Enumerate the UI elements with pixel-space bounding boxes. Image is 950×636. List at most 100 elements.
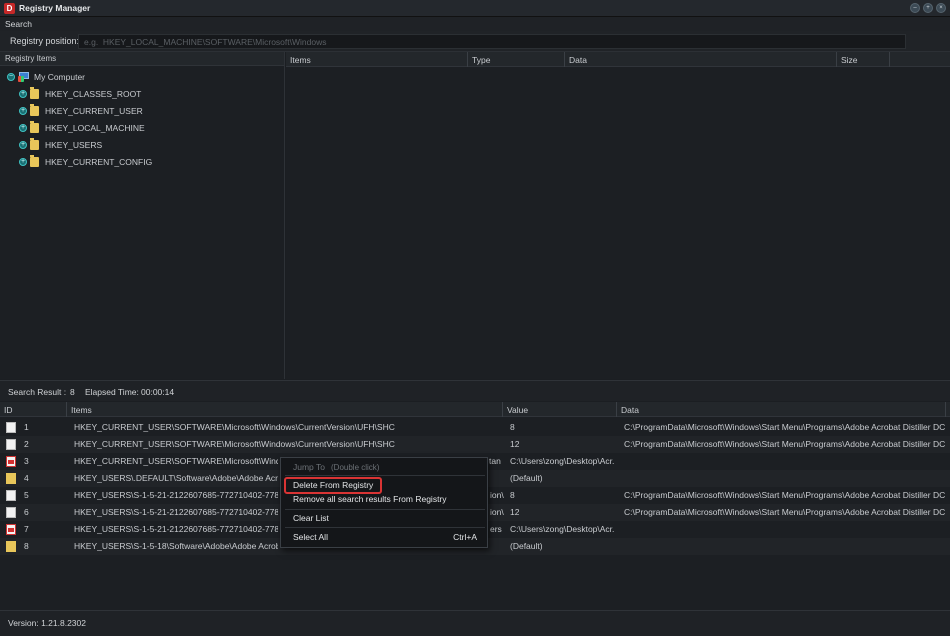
row-id: 8 bbox=[24, 541, 29, 551]
close-button[interactable]: × bbox=[936, 3, 946, 13]
title-bar: D Registry Manager – + × bbox=[0, 0, 950, 17]
row-item: HKEY_USERS\S-1-5-21-2122607685-772710402… bbox=[74, 524, 278, 534]
menu-item-remove-all-results[interactable]: Remove all search results From Registry bbox=[293, 494, 447, 504]
search-status-bar: Search Result : 8 Elapsed Time: 00:00:14 bbox=[0, 380, 950, 401]
row-id: 4 bbox=[24, 473, 29, 483]
folder-icon bbox=[30, 155, 39, 167]
version-label: Version: 1.21.8.2302 bbox=[8, 618, 86, 628]
column-items[interactable]: Items bbox=[67, 402, 503, 417]
tree-node-hkey-classes-root[interactable]: + HKEY_CLASSES_ROOT bbox=[19, 87, 141, 101]
column-data[interactable]: Data bbox=[617, 402, 946, 417]
row-value: (Default) bbox=[510, 541, 543, 551]
document-icon bbox=[6, 490, 16, 501]
row-value: (Default) bbox=[510, 473, 543, 483]
expand-icon[interactable]: + bbox=[19, 90, 27, 98]
row-item-fragment: tan bbox=[489, 456, 501, 466]
folder-icon bbox=[30, 121, 39, 133]
table-row[interactable]: 1 HKEY_CURRENT_USER\SOFTWARE\Microsoft\W… bbox=[0, 419, 950, 436]
search-result-count: 8 bbox=[70, 387, 75, 397]
computer-icon bbox=[18, 72, 30, 82]
menu-item-jump-to[interactable]: Jump To bbox=[293, 462, 325, 472]
row-id: 7 bbox=[24, 524, 29, 534]
pdf-icon bbox=[6, 524, 16, 535]
column-type[interactable]: Type bbox=[468, 52, 565, 67]
items-grid[interactable]: Items Type Data Size bbox=[286, 52, 950, 379]
menu-item-clear-list[interactable]: Clear List bbox=[293, 513, 329, 523]
row-id: 3 bbox=[24, 456, 29, 466]
row-id: 2 bbox=[24, 439, 29, 449]
elapsed-time-label: Elapsed Time: bbox=[85, 387, 139, 397]
document-icon bbox=[6, 439, 16, 450]
row-data: C:\ProgramData\Microsoft\Windows\Start M… bbox=[624, 507, 946, 517]
tree-root-my-computer[interactable]: − My Computer bbox=[7, 70, 85, 84]
row-value: C:\Users\zong\Desktop\Acr. bbox=[510, 524, 615, 534]
registry-position-input[interactable] bbox=[78, 34, 906, 49]
expand-icon[interactable]: + bbox=[19, 124, 27, 132]
menu-search[interactable]: Search bbox=[5, 19, 32, 29]
row-value: 12 bbox=[510, 507, 520, 517]
jump-to-hint: (Double click) bbox=[331, 463, 380, 472]
collapse-icon[interactable]: − bbox=[7, 73, 15, 81]
app-logo-icon: D bbox=[4, 3, 15, 14]
row-data: C:\ProgramData\Microsoft\Windows\Start M… bbox=[624, 422, 946, 432]
expand-icon[interactable]: + bbox=[19, 158, 27, 166]
row-value: 8 bbox=[510, 490, 515, 500]
footer-status-bar: Version: 1.21.8.2302 bbox=[0, 610, 950, 636]
column-value[interactable]: Value bbox=[503, 402, 617, 417]
row-item-fragment: ion\ bbox=[490, 507, 504, 517]
row-data: C:\ProgramData\Microsoft\Windows\Start M… bbox=[624, 439, 946, 449]
row-value: 8 bbox=[510, 422, 515, 432]
row-item: HKEY_CURRENT_USER\SOFTWARE\Microsoft\Win… bbox=[74, 439, 395, 449]
document-icon bbox=[6, 507, 16, 518]
tree-node-hkey-current-user[interactable]: + HKEY_CURRENT_USER bbox=[19, 104, 143, 118]
row-id: 1 bbox=[24, 422, 29, 432]
maximize-button[interactable]: + bbox=[923, 3, 933, 13]
folder-icon bbox=[6, 473, 16, 484]
folder-icon bbox=[6, 541, 16, 552]
column-id[interactable]: ID bbox=[0, 402, 67, 417]
search-result-label: Search Result : bbox=[8, 387, 67, 397]
row-item: HKEY_USERS\S-1-5-18\Software\Adobe\Adobe… bbox=[74, 541, 278, 551]
tree-node-hkey-users[interactable]: + HKEY_USERS bbox=[19, 138, 102, 152]
elapsed-time-value: 00:00:14 bbox=[141, 387, 175, 397]
registry-position-label: Registry position: bbox=[10, 36, 80, 46]
table-row[interactable]: 2 HKEY_CURRENT_USER\SOFTWARE\Microsoft\W… bbox=[0, 436, 950, 453]
folder-icon bbox=[30, 138, 39, 150]
column-data[interactable]: Data bbox=[565, 52, 837, 67]
menu-bar: Search bbox=[0, 17, 950, 31]
results-header: ID Items Value Data bbox=[0, 402, 950, 417]
context-menu: Jump To (Double click) Delete From Regis… bbox=[280, 457, 488, 548]
row-value: 12 bbox=[510, 439, 520, 449]
tree-node-hkey-local-machine[interactable]: + HKEY_LOCAL_MACHINE bbox=[19, 121, 145, 135]
row-item: HKEY_USERS\.DEFAULT\Software\Adobe\Adobe… bbox=[74, 473, 278, 483]
tree-node-label: HKEY_CURRENT_USER bbox=[45, 106, 143, 116]
row-item-fragment: ion\ bbox=[490, 490, 504, 500]
registry-position-bar: Registry position: bbox=[0, 31, 950, 52]
expand-icon[interactable]: + bbox=[19, 107, 27, 115]
tree-node-label: HKEY_CLASSES_ROOT bbox=[45, 89, 142, 99]
menu-separator bbox=[285, 509, 485, 510]
column-size[interactable]: Size bbox=[837, 52, 890, 67]
row-item: HKEY_CURRENT_USER\SOFTWARE\Microsoft\Win… bbox=[74, 456, 278, 466]
column-items[interactable]: Items bbox=[286, 52, 468, 67]
pdf-icon bbox=[6, 456, 16, 467]
items-grid-header: Items Type Data Size bbox=[286, 52, 950, 67]
tree-node-hkey-current-config[interactable]: + HKEY_CURRENT_CONFIG bbox=[19, 155, 152, 169]
expand-icon[interactable]: + bbox=[19, 141, 27, 149]
menu-separator bbox=[285, 527, 485, 528]
folder-icon bbox=[30, 87, 39, 99]
select-all-shortcut: Ctrl+A bbox=[453, 532, 477, 542]
window-title: Registry Manager bbox=[19, 3, 91, 13]
registry-items-header: Registry Items bbox=[0, 52, 284, 66]
row-value: C:\Users\zong\Desktop\Acr. bbox=[510, 456, 615, 466]
folder-icon bbox=[30, 104, 39, 116]
tree-root-label: My Computer bbox=[34, 72, 86, 82]
tree-node-label: HKEY_USERS bbox=[45, 140, 103, 150]
menu-item-delete-from-registry[interactable]: Delete From Registry bbox=[293, 480, 373, 490]
minimize-button[interactable]: – bbox=[910, 3, 920, 13]
row-id: 5 bbox=[24, 490, 29, 500]
row-item: HKEY_USERS\S-1-5-21-2122607685-772710402… bbox=[74, 507, 278, 517]
tree-node-label: HKEY_LOCAL_MACHINE bbox=[45, 123, 145, 133]
menu-item-select-all[interactable]: Select All bbox=[293, 532, 328, 542]
row-item: HKEY_USERS\S-1-5-21-2122607685-772710402… bbox=[74, 490, 278, 500]
